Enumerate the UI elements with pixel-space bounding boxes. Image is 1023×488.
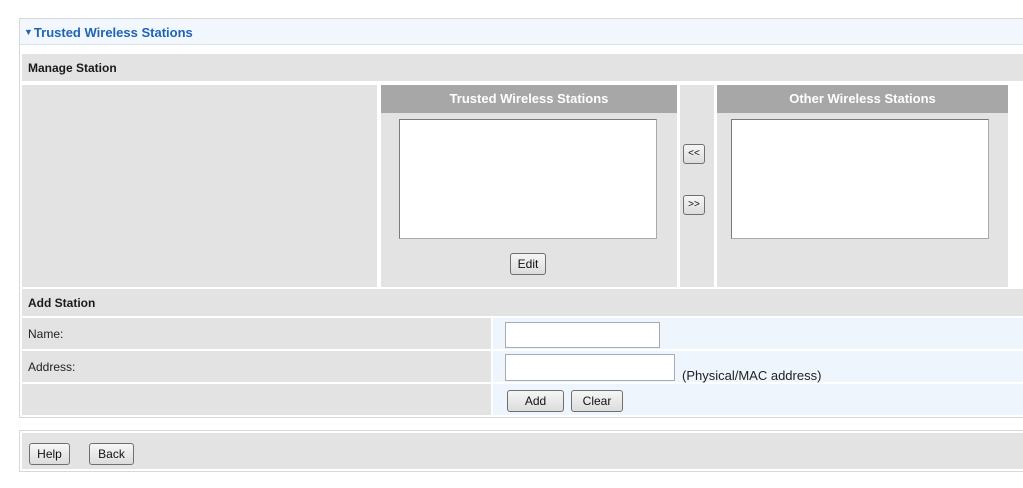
add-button[interactable]: Add <box>507 390 564 412</box>
manage-station-area: Trusted Wireless Stations Edit << >> Oth… <box>22 85 1023 287</box>
trusted-stations-header: Trusted Wireless Stations <box>381 85 677 113</box>
footer-bar-inner <box>22 433 1023 469</box>
other-stations-column: Other Wireless Stations <box>717 85 1008 287</box>
address-input[interactable] <box>505 354 675 381</box>
edit-button[interactable]: Edit <box>510 253 546 275</box>
name-input[interactable] <box>505 322 660 348</box>
help-button[interactable]: Help <box>29 443 70 465</box>
other-stations-list[interactable] <box>731 119 989 239</box>
manage-left-spacer <box>22 85 377 287</box>
manage-station-header: Manage Station <box>22 54 1023 81</box>
panel-title[interactable]: ▼Trusted Wireless Stations <box>24 25 193 40</box>
address-hint: (Physical/MAC address) <box>682 368 822 383</box>
address-label: Address: <box>28 360 76 374</box>
move-to-other-button[interactable]: >> <box>683 195 705 215</box>
address-label-cell: Address: <box>22 351 491 382</box>
footer-bar <box>19 430 1023 472</box>
collapse-triangle-icon: ▼ <box>24 27 33 37</box>
clear-button[interactable]: Clear <box>571 390 623 412</box>
move-to-trusted-button[interactable]: << <box>683 144 705 164</box>
add-station-title: Add Station <box>28 296 96 310</box>
trusted-stations-column: Trusted Wireless Stations Edit <box>381 85 677 287</box>
name-label-cell: Name: <box>22 318 491 349</box>
actions-label-cell <box>22 384 491 415</box>
back-button[interactable]: Back <box>89 443 134 465</box>
name-label: Name: <box>28 327 64 341</box>
add-station-header: Add Station <box>22 289 1023 316</box>
trusted-stations-list[interactable] <box>399 119 657 239</box>
manage-station-title: Manage Station <box>28 61 117 75</box>
other-stations-header: Other Wireless Stations <box>717 85 1008 113</box>
panel-title-text: Trusted Wireless Stations <box>33 25 193 40</box>
move-buttons-column: << >> <box>680 85 714 287</box>
panel-title-bar[interactable]: ▼Trusted Wireless Stations <box>20 19 1023 45</box>
